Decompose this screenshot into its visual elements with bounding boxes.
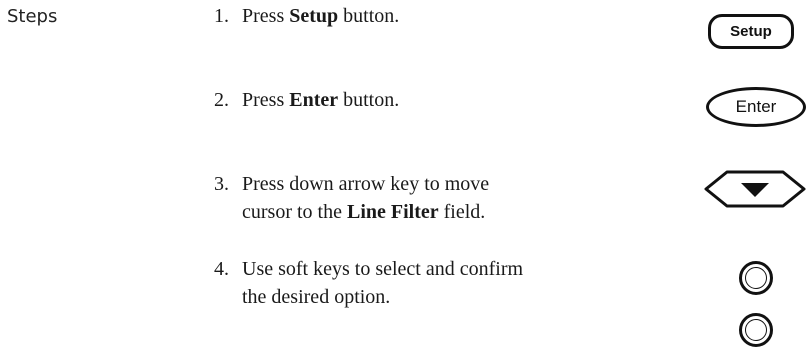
step-1: 1. Press Setup button. xyxy=(214,2,399,30)
step-4: 4. Use soft keys to select and confirm th… xyxy=(214,255,523,311)
soft-key-button[interactable] xyxy=(739,313,773,347)
step-3: 3. Press down arrow key to move cursor to… xyxy=(214,170,489,226)
step-text: Press xyxy=(242,89,290,111)
setup-button[interactable]: Setup xyxy=(708,14,794,49)
step-text: button. xyxy=(338,89,400,111)
enter-button-label: Enter xyxy=(735,97,777,116)
step-number: 2. xyxy=(214,89,229,111)
step-number: 4. xyxy=(214,258,229,280)
step-text: Use soft keys to select and confirm xyxy=(242,258,524,280)
section-label: Steps xyxy=(7,6,58,27)
step-number: 3. xyxy=(214,173,229,195)
step-text: field. xyxy=(438,201,486,223)
step-keyword: Setup xyxy=(289,5,339,27)
down-arrow-icon xyxy=(704,170,806,208)
step-text: cursor to the xyxy=(242,201,347,223)
step-keyword: Line Filter xyxy=(346,201,439,223)
step-keyword: Enter xyxy=(289,89,339,111)
step-text: Press xyxy=(242,5,290,27)
down-arrow-button[interactable] xyxy=(703,168,807,210)
step-text: button. xyxy=(338,5,400,27)
step-text: the desired option. xyxy=(242,286,391,308)
setup-button-label: Setup xyxy=(730,23,772,40)
enter-button[interactable]: Enter xyxy=(706,87,806,127)
soft-key-button[interactable] xyxy=(739,261,773,295)
step-2: 2. Press Enter button. xyxy=(214,86,399,114)
step-number: 1. xyxy=(214,5,229,27)
step-text: Press down arrow key to move xyxy=(242,173,490,195)
